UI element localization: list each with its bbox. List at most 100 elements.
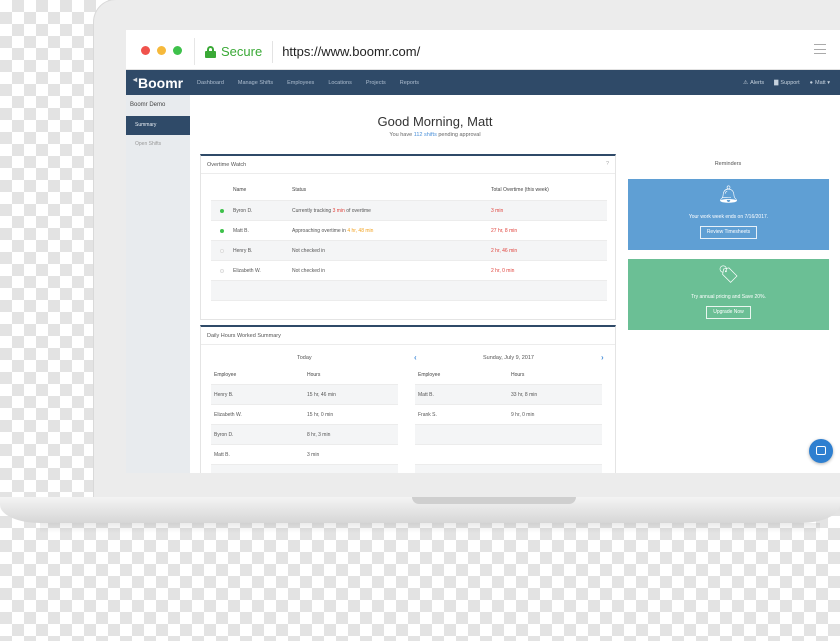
col-hours: Hours (511, 371, 525, 378)
table-row[interactable]: Henry B. 15 hr, 46 min (211, 385, 398, 405)
daily-hours-title: Daily Hours Worked Summary (201, 327, 615, 345)
boomr-logo[interactable]: ◂Boomr (133, 75, 197, 91)
table-row[interactable]: Matt B. Approaching overtime in 4 hr, 48… (211, 221, 607, 241)
today-label: Today (297, 355, 312, 361)
sidebar-item-summary[interactable]: Summary (126, 116, 190, 135)
status-text: Approaching overtime in 4 hr, 48 min (292, 228, 491, 234)
table-row[interactable]: Elizabeth W. Not checked in 2 hr, 0 min (211, 261, 607, 281)
employee-name: Henry B. (233, 247, 253, 254)
sidebar: Boomr Demo Summary Open Shifts (126, 95, 190, 473)
secure-label: Secure (221, 44, 263, 59)
col-employee: Employee (418, 371, 441, 378)
review-timesheets-button[interactable]: Review Timesheets (700, 226, 757, 239)
close-window-button[interactable] (141, 46, 150, 55)
app-navbar: ◂Boomr Dashboard Manage Shifts Employees… (126, 70, 840, 95)
logo-text: Boomr (138, 74, 184, 91)
hours-value: 33 hr, 8 min (511, 391, 538, 398)
status-text: Not checked in (292, 267, 326, 274)
chevron-left-icon[interactable]: ‹ (414, 353, 417, 362)
table-row[interactable]: Henry B. Not checked in 2 hr, 46 min (211, 241, 607, 261)
status-text: Currently tracking 3 min of overtime (292, 208, 491, 214)
maximize-window-button[interactable] (173, 46, 182, 55)
sidebar-item-open-shifts[interactable]: Open Shifts (126, 135, 190, 154)
col-status: Status (292, 187, 307, 193)
date-hours-table: Employee Hours Matt B. 33 hr, 8 min Frank… (415, 365, 602, 473)
nav-dashboard[interactable]: Dashboard (197, 80, 224, 86)
empty-row (415, 465, 602, 473)
employee-name: Henry B. (214, 391, 234, 398)
status-dot-icon (220, 248, 224, 253)
alert-icon: ⚠ (743, 79, 749, 86)
chevron-right-icon[interactable]: › (601, 353, 604, 362)
screen: Secure https://www.boomr.com/ ◂Boomr Das… (126, 30, 840, 473)
total-overtime: 27 hr, 8 min (491, 227, 518, 234)
today-hours-table: Employee Hours Henry B. 15 hr, 46 min Eli… (211, 365, 398, 473)
empty-row (211, 281, 607, 301)
status-highlight: 3 min (332, 207, 345, 214)
caret-down-icon: ▾ (825, 79, 830, 86)
upgrade-now-button[interactable]: Upgrade Now (706, 306, 751, 319)
status-pre: Currently tracking (292, 207, 333, 214)
user-icon: ● (809, 79, 813, 86)
nav-right: ⚠ Alerts ▇ Support ● Matt ▾ (733, 70, 832, 95)
empty-row (415, 445, 602, 465)
status-pre: Approaching overtime in (292, 227, 348, 234)
pending-prefix: You have (389, 132, 414, 138)
chat-button[interactable] (809, 439, 833, 463)
comment-icon: ▇ (774, 79, 779, 86)
logo-mark-icon: ◂ (133, 74, 138, 84)
empty-row (415, 425, 602, 445)
pending-shifts-link[interactable]: 112 shifts (414, 132, 437, 138)
nav-user-menu[interactable]: ● Matt ▾ (810, 80, 832, 86)
hours-value: 9 hr, 0 min (511, 411, 535, 418)
employee-name: Matt B. (214, 451, 230, 458)
pending-approval-text: You have 112 shifts pending approval (190, 132, 680, 138)
nav-projects[interactable]: Projects (366, 80, 386, 86)
col-total-overtime: Total Overtime (this week) (491, 187, 549, 193)
date-label: Sunday, July 9, 2017 (483, 355, 534, 361)
table-header: Employee Hours (415, 365, 602, 385)
nav-alerts[interactable]: ⚠ Alerts (743, 80, 764, 86)
chat-bubble-icon (816, 446, 826, 455)
table-row[interactable]: Matt B. 33 hr, 8 min (415, 385, 602, 405)
employee-name: Byron D. (214, 431, 234, 438)
status-highlight: 4 hr, 48 min (347, 227, 374, 234)
table-row[interactable]: Matt B. 3 min (211, 445, 398, 465)
reminders-title: Reminders (714, 161, 742, 167)
sidebar-title: Boomr Demo (130, 102, 166, 108)
reminder-text: Your work week ends on 7/16/2017. (688, 214, 769, 220)
minimize-window-button[interactable] (157, 46, 166, 55)
table-row[interactable]: Byron D. 8 hr, 3 min (211, 425, 398, 445)
hours-value: 8 hr, 3 min (307, 431, 331, 438)
tags-icon: 🏷︎ (717, 265, 740, 284)
nav-employees[interactable]: Employees (287, 80, 314, 86)
table-row[interactable]: Elizabeth W. 15 hr, 0 min (211, 405, 398, 425)
table-header: Employee Hours (211, 365, 398, 385)
nav-locations[interactable]: Locations (328, 80, 352, 86)
help-icon[interactable]: ? (606, 161, 609, 167)
bell-icon: 🔔︎ (717, 185, 740, 204)
nav-reports[interactable]: Reports (400, 80, 419, 86)
total-overtime: 2 hr, 0 min (491, 267, 515, 274)
status-post: of overtime (344, 207, 371, 214)
hamburger-menu-icon[interactable] (814, 44, 826, 54)
browser-chrome: Secure https://www.boomr.com/ (126, 30, 840, 70)
nav-alerts-label: Alerts (750, 79, 765, 86)
hours-value: 15 hr, 46 min (307, 391, 336, 398)
hours-value: 15 hr, 0 min (307, 411, 334, 418)
url-text[interactable]: https://www.boomr.com/ (282, 44, 420, 59)
daily-hours-panel: Daily Hours Worked Summary Today ‹ Sunda… (200, 325, 616, 473)
url-divider (272, 40, 274, 63)
nav-manage-shifts[interactable]: Manage Shifts (238, 80, 273, 86)
employee-name: Byron D. (233, 207, 253, 214)
status-dot-icon (220, 208, 224, 213)
table-row[interactable]: Frank S. 9 hr, 0 min (415, 405, 602, 425)
page-title: Good Morning, Matt (377, 114, 493, 129)
nav-support-label: Support (780, 79, 800, 86)
overtime-watch-panel: Overtime Watch ? Name Status Total Overt… (200, 154, 616, 320)
employee-name: Frank S. (418, 411, 437, 418)
address-bar[interactable]: Secure https://www.boomr.com/ (194, 38, 794, 65)
nav-support[interactable]: ▇ Support (774, 80, 800, 86)
nav-user-label: Matt (815, 79, 826, 86)
table-row[interactable]: Byron D. Currently tracking 3 min of ove… (211, 201, 607, 221)
